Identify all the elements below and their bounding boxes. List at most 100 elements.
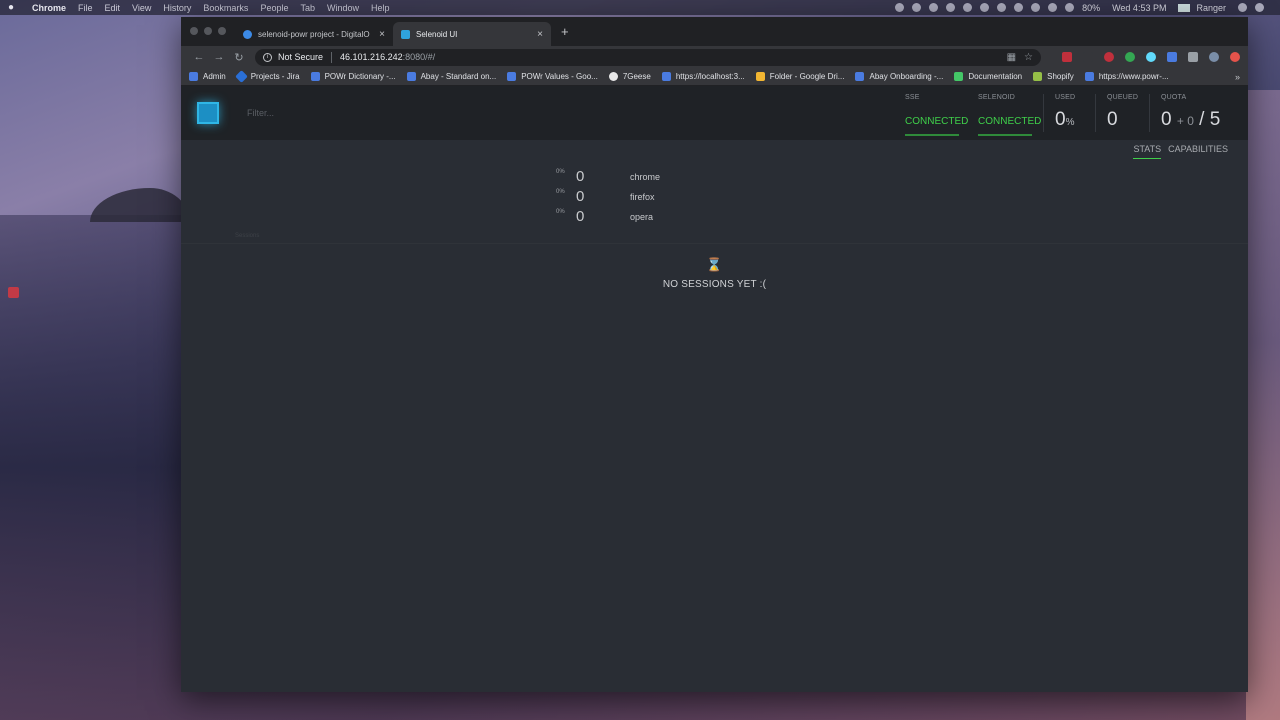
- bookmark-item[interactable]: https://www.powr-...: [1084, 72, 1169, 81]
- extension-icon[interactable]: [1146, 52, 1156, 62]
- extension-icon[interactable]: [1167, 52, 1177, 62]
- browser-count: 0: [576, 208, 585, 225]
- bookmarks-overflow-icon[interactable]: »: [1235, 72, 1240, 82]
- browser-window: selenoid-powr project - DigitalO × Selen…: [181, 17, 1248, 692]
- wifi-icon[interactable]: [1065, 3, 1075, 12]
- star-icon[interactable]: ☆: [1024, 52, 1033, 63]
- tab-selenoid-ui[interactable]: Selenoid UI ×: [393, 22, 551, 46]
- bookmark-item[interactable]: Abay - Standard on...: [406, 72, 496, 81]
- view-tabs: STATS CAPABILITIES: [181, 140, 1248, 164]
- zoom-window-button[interactable]: [218, 27, 226, 35]
- close-tab-icon[interactable]: ×: [379, 29, 385, 40]
- menu-app-name[interactable]: Chrome: [32, 3, 66, 13]
- extension-icon[interactable]: [1104, 52, 1114, 62]
- siri-icon[interactable]: [1255, 3, 1264, 12]
- 7geese-icon: [608, 72, 618, 81]
- url-host[interactable]: 46.101.216.242: [340, 52, 403, 62]
- bookmark-item[interactable]: POWr Values - Goo...: [507, 72, 598, 81]
- bookmark-item[interactable]: Admin: [189, 72, 226, 81]
- bookmark-item[interactable]: POWr Dictionary -...: [310, 72, 396, 81]
- selenoid-header: SSE CONNECTED SELENOID CONNECTED USED 0%…: [181, 86, 1248, 140]
- close-tab-icon[interactable]: ×: [537, 29, 543, 40]
- bookmark-item[interactable]: Abay Onboarding -...: [855, 72, 943, 81]
- back-button[interactable]: ←: [189, 51, 209, 63]
- bookmark-label: POWr Dictionary -...: [324, 72, 396, 81]
- browser-stats-list: 0% 0 chrome 0% 0 firefox 0% 0 opera: [556, 168, 756, 229]
- translate-icon[interactable]: ▦: [1007, 52, 1016, 63]
- user-icon: [1178, 3, 1191, 12]
- close-window-button[interactable]: [190, 27, 198, 35]
- bookmark-item[interactable]: https://localhost:3...: [661, 72, 745, 81]
- hourglass-icon: ⌛: [706, 257, 723, 272]
- menu-tab[interactable]: Tab: [300, 3, 315, 13]
- battery-percent[interactable]: 80%: [1082, 3, 1100, 13]
- used-label: USED: [1055, 94, 1076, 101]
- menu-help[interactable]: Help: [371, 3, 390, 13]
- menu-window[interactable]: Window: [327, 3, 359, 13]
- bookmark-item[interactable]: Shopify: [1033, 72, 1074, 81]
- bookmark-label: https://localhost:3...: [675, 72, 745, 81]
- menu-edit[interactable]: Edit: [105, 3, 121, 13]
- menu-file[interactable]: File: [78, 3, 93, 13]
- used-value: 0: [1055, 109, 1066, 130]
- status-icon[interactable]: [1014, 3, 1024, 12]
- status-icon[interactable]: [997, 3, 1007, 12]
- status-icon[interactable]: [946, 3, 956, 12]
- media-icon[interactable]: [1188, 52, 1198, 62]
- forward-button[interactable]: →: [209, 51, 229, 63]
- menu-user[interactable]: Ranger: [1196, 3, 1226, 13]
- browser-stat-row: 0% 0 chrome: [556, 168, 756, 189]
- bookmark-label: Shopify: [1047, 72, 1074, 81]
- url-path[interactable]: :8080/#/: [403, 52, 436, 62]
- reload-button[interactable]: ↻: [229, 51, 249, 64]
- menu-clock[interactable]: Wed 4:53 PM: [1112, 3, 1166, 13]
- update-icon[interactable]: [1230, 52, 1240, 62]
- status-icon[interactable]: [963, 3, 973, 12]
- selenoid-value: CONNECTED: [978, 116, 1042, 127]
- apple-icon[interactable]: ●: [8, 2, 18, 13]
- profile-avatar[interactable]: [1209, 52, 1219, 62]
- menu-view[interactable]: View: [132, 3, 151, 13]
- extension-icon[interactable]: [1062, 52, 1072, 62]
- desktop-app-icon[interactable]: [8, 287, 19, 298]
- sse-label: SSE: [905, 94, 920, 101]
- status-icon[interactable]: [912, 3, 922, 12]
- google-drive-icon: [755, 72, 765, 81]
- tab-strip: selenoid-powr project - DigitalO × Selen…: [181, 17, 1248, 46]
- status-icon[interactable]: [1048, 3, 1058, 12]
- status-icon[interactable]: [895, 3, 905, 12]
- used-value-wrap: 0%: [1055, 109, 1074, 131]
- info-icon[interactable]: i: [263, 52, 272, 62]
- tab-digitalocean[interactable]: selenoid-powr project - DigitalO ×: [235, 22, 393, 46]
- security-status[interactable]: Not Secure: [278, 52, 323, 62]
- status-icon[interactable]: [980, 3, 990, 12]
- tab-title: selenoid-powr project - DigitalO: [258, 29, 370, 39]
- bookmark-item[interactable]: 7Geese: [608, 72, 651, 81]
- bookmark-item[interactable]: Folder - Google Dri...: [755, 72, 845, 81]
- spotlight-icon[interactable]: [1238, 3, 1247, 12]
- menu-people[interactable]: People: [260, 3, 288, 13]
- menu-history[interactable]: History: [163, 3, 191, 13]
- tab-stats[interactable]: STATS: [1133, 144, 1162, 159]
- tab-capabilities[interactable]: CAPABILITIES: [1168, 144, 1228, 158]
- status-icon[interactable]: [1031, 3, 1041, 12]
- extension-icon[interactable]: [1083, 52, 1093, 62]
- stat-divider: [1095, 94, 1096, 132]
- bookmark-label: Admin: [203, 72, 226, 81]
- bookmark-label: Projects - Jira: [250, 72, 300, 81]
- new-tab-button[interactable]: +: [561, 24, 569, 39]
- bookmark-label: Folder - Google Dri...: [769, 72, 845, 81]
- minimize-window-button[interactable]: [204, 27, 212, 35]
- docs-icon: [310, 72, 320, 81]
- filter-input[interactable]: [247, 108, 507, 118]
- bookmark-item[interactable]: Projects - Jira: [234, 70, 300, 83]
- digitalocean-icon: [243, 29, 252, 39]
- bookmark-label: 7Geese: [622, 72, 651, 81]
- address-bar[interactable]: i Not Secure 46.101.216.242:8080/#/ ▦ ☆: [255, 48, 1041, 66]
- menu-bookmarks[interactable]: Bookmarks: [203, 3, 248, 13]
- browser-count: 0: [576, 168, 585, 185]
- status-icon[interactable]: [929, 3, 939, 12]
- selenoid-logo-icon[interactable]: [197, 102, 219, 124]
- bookmark-item[interactable]: Documentation: [954, 72, 1022, 81]
- extension-icon[interactable]: [1125, 52, 1135, 62]
